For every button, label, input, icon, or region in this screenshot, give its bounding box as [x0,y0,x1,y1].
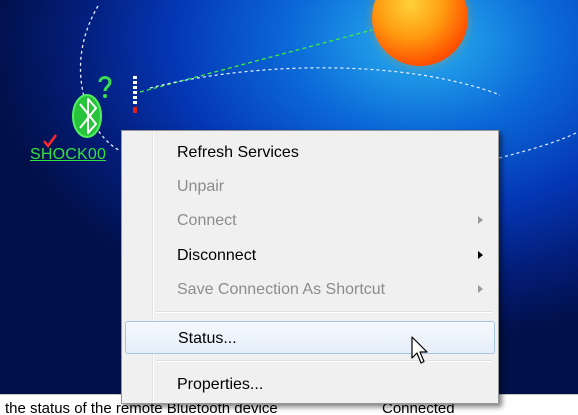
menu-item-properties[interactable]: Properties... [125,368,495,401]
submenu-arrow-icon [478,216,483,224]
menu-item-disconnect[interactable]: Disconnect [125,239,495,272]
submenu-arrow-icon [478,251,483,259]
orbit-tail [498,131,578,159]
orbit-arc-right [149,67,501,96]
menu-item-label: Save Connection As Shortcut [177,281,386,298]
menu-item-label: Refresh Services [177,144,299,161]
question-icon [98,76,112,98]
menu-item-status[interactable]: Status... [125,321,495,354]
menu-item-label: Disconnect [177,247,257,264]
menu-item-label: Connect [177,212,237,229]
menu-item-connect[interactable]: Connect [125,204,495,237]
menu-separator [155,311,493,313]
menu-item-label: Properties... [177,376,264,393]
menu-item-label: Status... [178,330,237,347]
check-icon [43,134,58,149]
signal-strength-icon [133,76,137,113]
menu-item-unpair[interactable]: Unpair [125,170,495,203]
context-menu: Refresh Services Unpair Connect Disconne… [121,130,499,404]
mouse-cursor-icon [411,336,428,364]
device-name-label[interactable]: SHOCK00 [30,146,106,164]
submenu-arrow-icon [478,285,483,293]
menu-item-save-connection-as-shortcut[interactable]: Save Connection As Shortcut [125,273,495,306]
menu-item-refresh-services[interactable]: Refresh Services [125,136,495,169]
menu-separator [155,360,493,362]
bluetooth-device-icon[interactable] [72,94,102,138]
menu-item-label: Unpair [177,178,225,195]
